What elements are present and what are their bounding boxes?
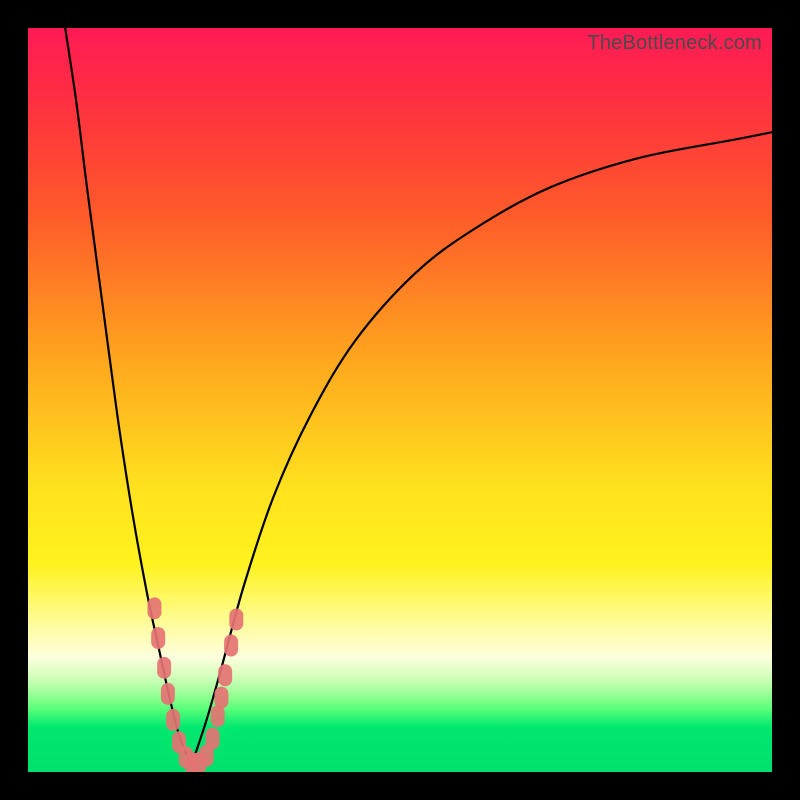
data-marker bbox=[161, 683, 175, 705]
watermark-text: TheBottleneck.com bbox=[587, 32, 762, 55]
plot-area: TheBottleneck.com bbox=[28, 28, 772, 772]
data-marker bbox=[214, 687, 228, 709]
data-markers bbox=[28, 28, 772, 772]
data-marker bbox=[151, 627, 165, 649]
data-marker bbox=[224, 635, 238, 657]
data-marker bbox=[206, 728, 220, 750]
data-marker bbox=[157, 657, 171, 679]
marker-group bbox=[147, 597, 243, 772]
data-marker bbox=[211, 705, 225, 727]
chart-frame: TheBottleneck.com bbox=[0, 0, 800, 800]
data-marker bbox=[166, 709, 180, 731]
data-marker bbox=[147, 597, 161, 619]
data-marker bbox=[229, 608, 243, 630]
data-marker bbox=[218, 664, 232, 686]
